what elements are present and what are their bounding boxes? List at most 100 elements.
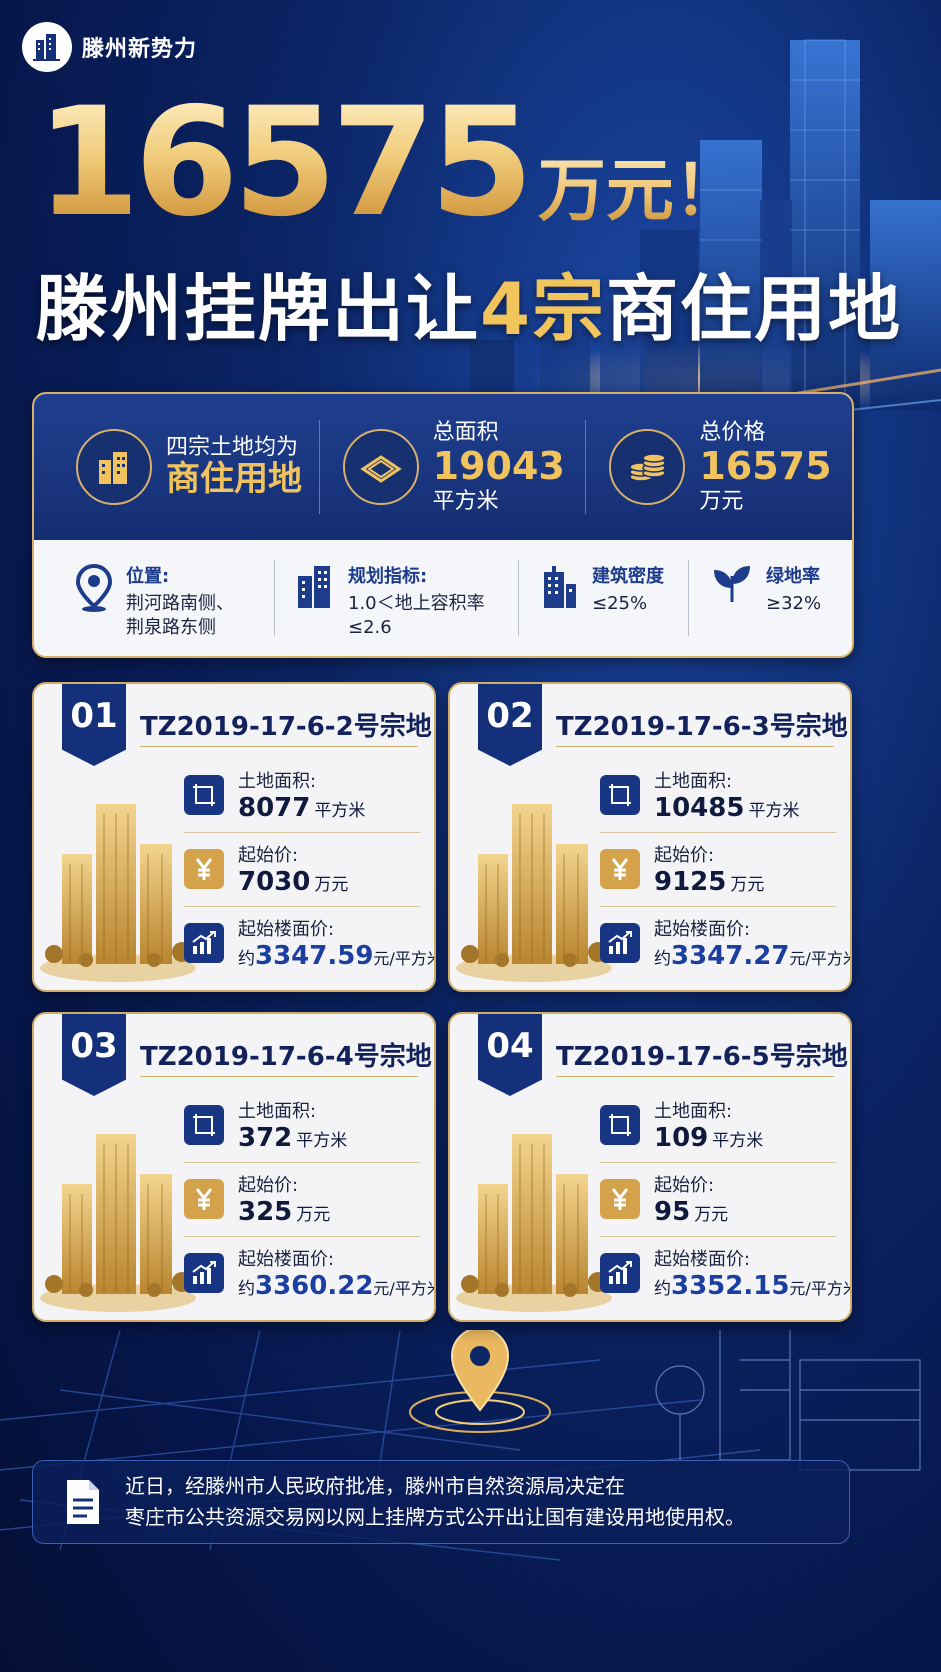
building-illustration (38, 1114, 198, 1314)
attribute-line: ≤25% (592, 593, 648, 614)
summary-area-label: 总面积 (432, 419, 499, 445)
land-area-icon (342, 429, 419, 505)
metric-land-area: 土地面积: 109 平方米 (600, 1088, 836, 1163)
metric-floor-price: 起始楼面价: 约3347.59元/平方米 (184, 906, 434, 980)
headline-unit: 万元！ (538, 135, 742, 234)
attribute-location: 位置: 荆河路南侧、 荆泉路东侧 (34, 540, 274, 656)
metric-floor-price: 起始楼面价: 约3352.15元/平方米 (600, 1236, 850, 1310)
attribute-line: 1.0＜地上容积率 (348, 593, 485, 614)
growth-chart-icon (184, 1253, 224, 1293)
area-icon (600, 775, 640, 815)
parcel-card: 01 TZ2019-17-6-2号宗地 土地面积: 8077 平方米 起始价: 7… (32, 682, 436, 992)
building-illustration (454, 1114, 614, 1314)
metric-label: 起始楼面价: (654, 1249, 751, 1270)
yen-icon (184, 849, 224, 889)
metric-value: 8077 (238, 793, 311, 823)
metric-start-price: 起始价: 95 万元 (600, 1162, 836, 1237)
metric-unit: 平方米 (314, 801, 366, 821)
metric-value: 3352.15 (671, 1271, 790, 1301)
metric-land-area: 土地面积: 372 平方米 (184, 1088, 420, 1163)
metric-land-area: 土地面积: 8077 平方米 (184, 758, 420, 833)
attribute-planning: 规划指标: 1.0＜地上容积率 ≤2.6 (274, 540, 518, 656)
parcel-code: TZ2019-17-6-5号宗地 (556, 1042, 848, 1072)
metric-prefix: 约 (654, 1279, 671, 1299)
brand-logo-icon (22, 22, 72, 72)
brand: 滕州新势力 (22, 22, 197, 72)
leaf-icon (714, 566, 750, 603)
metric-start-price: 起始价: 325 万元 (184, 1162, 420, 1237)
divider (556, 1076, 834, 1077)
headline-title-part2: 商住用地 (606, 267, 903, 351)
building-illustration (38, 784, 198, 984)
attribute-title: 规划指标: (348, 566, 428, 587)
metric-prefix: 约 (238, 949, 255, 969)
parcel-badge: 02 (478, 684, 542, 766)
metric-prefix: 约 (654, 949, 671, 969)
metric-value: 325 (238, 1197, 293, 1227)
brand-name: 滕州新势力 (82, 37, 198, 62)
metric-prefix: 约 (238, 1279, 255, 1299)
metric-floor-price: 起始楼面价: 约3347.27元/平方米 (600, 906, 850, 980)
metric-label: 起始楼面价: (654, 919, 751, 940)
growth-chart-icon (600, 923, 640, 963)
metric-value: 95 (654, 1197, 691, 1227)
growth-chart-icon (600, 1253, 640, 1293)
metric-land-area: 土地面积: 10485 平方米 (600, 758, 836, 833)
metric-label: 土地面积: (238, 1101, 317, 1122)
building-icon (298, 566, 330, 608)
metric-label: 起始价: (238, 1175, 299, 1196)
metric-label: 起始楼面价: (238, 919, 335, 940)
parcel-card: 03 TZ2019-17-6-4号宗地 土地面积: 372 平方米 起始价: 32… (32, 1012, 436, 1322)
location-pin-icon (75, 563, 113, 612)
summary-use-value: 商住用地 (166, 459, 302, 500)
headline-title: 滕州挂牌出让4宗商住用地 (36, 250, 902, 355)
metric-unit: 平方米 (712, 1131, 764, 1151)
metric-unit: 万元 (694, 1205, 729, 1225)
parcel-code: TZ2019-17-6-3号宗地 (556, 712, 848, 742)
summary-land-use: 四宗土地均为 商住用地 (34, 394, 319, 540)
metric-unit: 平方米 (748, 801, 800, 821)
metric-unit: 万元 (314, 875, 349, 895)
metric-label: 起始价: (654, 845, 715, 866)
metric-label: 起始楼面价: (238, 1249, 335, 1270)
building-icon (76, 429, 152, 505)
yen-icon (600, 849, 640, 889)
metric-value: 9125 (654, 867, 727, 897)
yen-icon (184, 1179, 224, 1219)
attribute-line: ≤2.6 (348, 617, 392, 639)
metric-label: 起始价: (654, 1175, 715, 1196)
attribute-title: 建筑密度 (592, 566, 664, 587)
metric-start-price: 起始价: 9125 万元 (600, 832, 836, 907)
attribute-title: 位置: (126, 566, 170, 587)
metric-unit: 元/平方米 (789, 949, 852, 968)
footer-line: 枣庄市公共资源交易网以网上挂牌方式公开出让国有建设用地使用权。 (125, 1505, 745, 1529)
divider (140, 1076, 418, 1077)
area-icon (184, 775, 224, 815)
attribute-density: 建筑密度 ≤25% (518, 540, 688, 656)
parcel-card: 04 TZ2019-17-6-5号宗地 土地面积: 109 平方米 起始价: 95… (448, 1012, 852, 1322)
metric-label: 土地面积: (654, 771, 733, 792)
metric-unit: 万元 (730, 875, 765, 895)
metric-value: 372 (238, 1123, 293, 1153)
growth-chart-icon (184, 923, 224, 963)
parcel-badge: 03 (62, 1014, 126, 1096)
headline-number: 16575 (36, 76, 534, 250)
metric-unit: 万元 (296, 1205, 331, 1225)
metric-label: 土地面积: (238, 771, 317, 792)
area-icon (184, 1105, 224, 1145)
metric-unit: 元/平方米 (373, 949, 436, 968)
footer-notice: 近日，经滕州市人民政府批准，滕州市自然资源局决定在 枣庄市公共资源交易网以网上挂… (32, 1460, 850, 1544)
document-icon (67, 1480, 99, 1524)
parcel-code: TZ2019-17-6-4号宗地 (140, 1042, 432, 1072)
summary-top: 四宗土地均为 商住用地 总面积 19043 平方米 总价格 16575 万元 (34, 394, 852, 540)
summary-price-value: 16575 (699, 444, 832, 489)
metric-unit: 平方米 (296, 1131, 348, 1151)
coins-icon (609, 429, 686, 505)
summary-use-label: 四宗土地均为 (166, 434, 299, 460)
metric-value: 109 (654, 1123, 709, 1153)
yen-icon (600, 1179, 640, 1219)
building-density-icon (544, 566, 576, 608)
attribute-line: 荆河路南侧、 (126, 593, 234, 614)
attribute-title: 绿地率 (766, 566, 820, 587)
attribute-greenery: 绿地率 ≥32% (688, 540, 848, 656)
